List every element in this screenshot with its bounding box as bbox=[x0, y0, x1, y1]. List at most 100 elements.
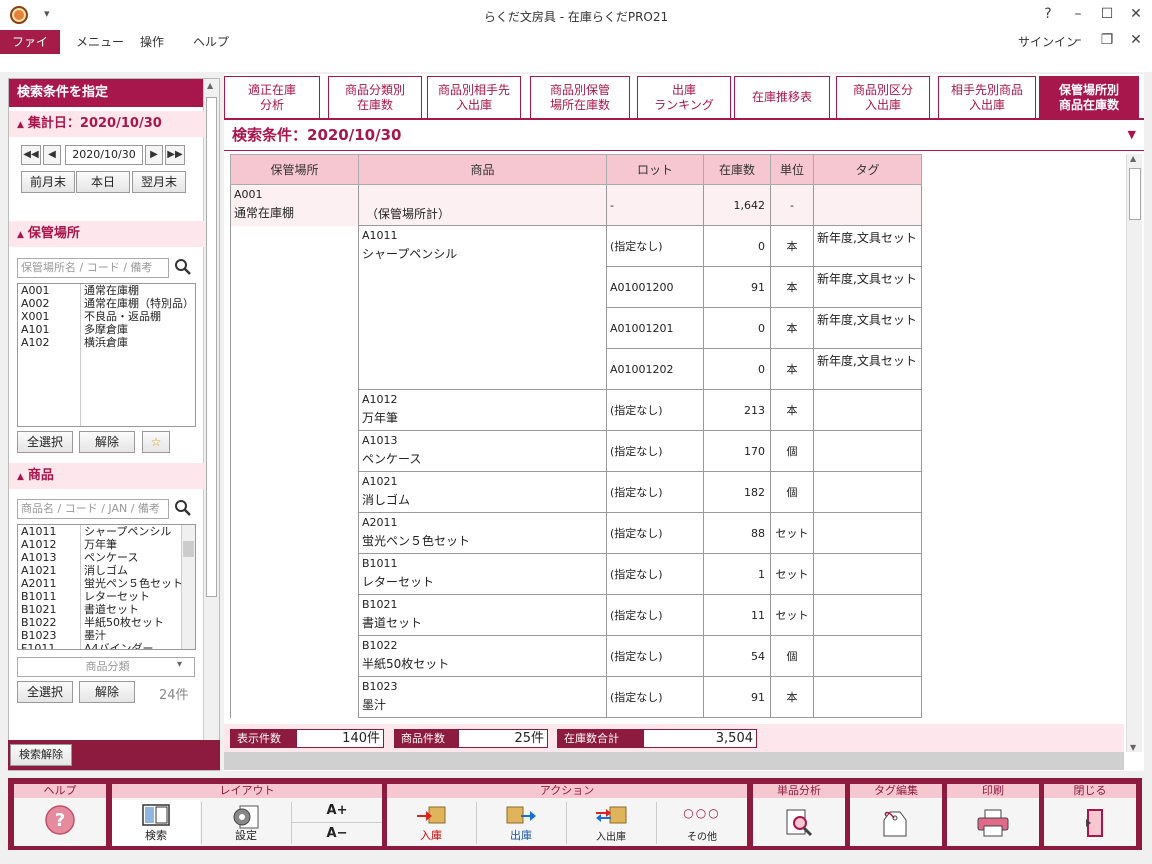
prev-month-end-button[interactable]: 前月末 bbox=[21, 171, 75, 193]
product-search-input[interactable]: 商品名 / コード / JAN / 備考 bbox=[17, 499, 169, 519]
column-header[interactable]: ロット bbox=[606, 154, 704, 185]
menu-menu[interactable]: メニュー bbox=[66, 30, 134, 54]
product-code: A1012 bbox=[21, 538, 57, 551]
column-header[interactable]: タグ bbox=[813, 154, 922, 185]
tag-edit-label: タグ編集 bbox=[850, 784, 942, 798]
list-item[interactable]: A101 多摩倉庫 bbox=[18, 323, 195, 336]
caret-down-icon[interactable]: ▼ bbox=[1128, 128, 1136, 141]
list-item[interactable]: A2011 蛍光ペン５色セット bbox=[18, 577, 195, 590]
tab-8[interactable]: 相手先別商品 入出庫 bbox=[938, 76, 1036, 118]
list-item[interactable]: B1021 書道セット bbox=[18, 603, 195, 616]
ribbon-restore-icon[interactable]: ❐ bbox=[1095, 32, 1119, 48]
list-item[interactable]: B1011 レターセット bbox=[18, 590, 195, 603]
product-deselect-button[interactable]: 解除 bbox=[79, 681, 135, 703]
list-item[interactable]: B1023 墨汁 bbox=[18, 629, 195, 642]
list-item[interactable]: A1011 シャープペンシル bbox=[18, 525, 195, 538]
product-section[interactable]: ▲ 商品 bbox=[9, 463, 205, 489]
next-year-button[interactable]: ▶▶ bbox=[165, 145, 185, 165]
storage-deselect-button[interactable]: 解除 bbox=[79, 431, 135, 453]
tag-edit-button[interactable] bbox=[850, 800, 942, 846]
lot-cell: (指定なし) bbox=[606, 676, 704, 718]
next-month-end-button[interactable]: 翌月末 bbox=[132, 171, 186, 193]
tab-4[interactable]: 商品別保管 場所在庫数 bbox=[530, 76, 630, 118]
table-row[interactable]: A001 通常在庫棚 （保管場所計） -1,642- bbox=[230, 184, 922, 718]
single-analysis-button[interactable] bbox=[753, 800, 845, 846]
search-icon[interactable] bbox=[174, 258, 192, 276]
product-select-all-button[interactable]: 全選択 bbox=[17, 681, 73, 703]
storage-section[interactable]: ▲ 保管場所 bbox=[9, 221, 205, 247]
date-input[interactable]: 2020/10/30 bbox=[65, 145, 143, 165]
close-button[interactable] bbox=[1044, 800, 1136, 846]
list-item[interactable]: F1011 A4バインダー bbox=[18, 642, 195, 649]
storage-search-input[interactable]: 保管場所名 / コード / 備考 bbox=[17, 258, 169, 278]
display-count-label: 表示件数 bbox=[230, 729, 296, 748]
column-header[interactable]: 保管場所 bbox=[230, 154, 359, 185]
maximize-icon[interactable]: ☐ bbox=[1095, 6, 1119, 22]
close-icon[interactable]: ✕ bbox=[1124, 6, 1148, 22]
ribbon-close-icon[interactable]: ✕ bbox=[1124, 32, 1148, 48]
list-item[interactable]: A001 通常在庫棚 bbox=[18, 284, 195, 297]
product-code: A1021 bbox=[21, 564, 57, 577]
storage-select-all-button[interactable]: 全選択 bbox=[17, 431, 73, 453]
list-item[interactable]: A1013 ペンケース bbox=[18, 551, 195, 564]
grid-vscrollbar[interactable]: ▲ ▼ bbox=[1126, 154, 1142, 752]
unit-cell: - bbox=[770, 184, 814, 226]
prev-year-button[interactable]: ◀◀ bbox=[21, 145, 41, 165]
menu-operation[interactable]: 操作 bbox=[130, 30, 174, 54]
bottom-toolbar: ヘルプ ? レイアウト 検索 設定 A+ A− アクション 入庫 出庫 入出庫 … bbox=[8, 778, 1142, 850]
qty-cell: 1,642 bbox=[703, 184, 771, 226]
menu-help[interactable]: ヘルプ bbox=[183, 30, 239, 54]
stock-out-button[interactable]: 出庫 bbox=[477, 800, 565, 846]
scrollbar-thumb[interactable] bbox=[1129, 168, 1141, 220]
other-actions-button[interactable]: ○○○ その他 bbox=[657, 800, 747, 846]
stock-in-button[interactable]: 入庫 bbox=[387, 800, 475, 846]
layout-search-button[interactable]: 検索 bbox=[112, 800, 200, 846]
list-item[interactable]: X001 不良品・返品棚 bbox=[18, 310, 195, 323]
tab-7[interactable]: 商品別区分 入出庫 bbox=[836, 76, 930, 118]
stock-in-icon bbox=[417, 806, 446, 824]
favorite-star-icon[interactable]: ☆ bbox=[142, 431, 170, 453]
date-section[interactable]: ▲ 集計日：2020/10/30 bbox=[9, 111, 205, 137]
ribbon-minimize-icon[interactable]: – bbox=[1066, 32, 1090, 48]
stock-inout-button[interactable]: 入出庫 bbox=[567, 800, 655, 846]
prev-month-button[interactable]: ◀ bbox=[43, 145, 61, 165]
search-panel-scrollbar[interactable]: ▲ ▼ bbox=[203, 79, 219, 770]
next-month-button[interactable]: ▶ bbox=[145, 145, 163, 165]
column-header[interactable]: 商品 bbox=[358, 154, 607, 185]
list-item[interactable]: A1021 消しゴム bbox=[18, 564, 195, 577]
tab-label-line1: 商品別区分 bbox=[852, 82, 913, 97]
stock-total-value: 3,504 bbox=[643, 729, 757, 748]
tab-9[interactable]: 保管場所別 商品在庫数 bbox=[1039, 76, 1139, 118]
search-clear-button[interactable]: 検索解除 bbox=[10, 744, 72, 766]
minimize-icon[interactable]: – bbox=[1066, 6, 1090, 22]
print-button[interactable] bbox=[947, 800, 1039, 846]
list-item[interactable]: A1012 万年筆 bbox=[18, 538, 195, 551]
tab-5[interactable]: 出庫 ランキング bbox=[637, 76, 731, 118]
list-item[interactable]: A102 横浜倉庫 bbox=[18, 336, 195, 349]
scrollbar-thumb[interactable] bbox=[206, 97, 217, 597]
tab-2[interactable]: 商品分類別 在庫数 bbox=[328, 76, 422, 118]
today-button[interactable]: 本日 bbox=[76, 171, 130, 193]
font-increase-button[interactable]: A+ bbox=[292, 800, 382, 823]
grid-hscrollbar[interactable] bbox=[224, 752, 1124, 770]
layout-settings-button[interactable]: 設定 bbox=[202, 800, 290, 846]
storage-list[interactable]: A001 通常在庫棚 A002 通常在庫棚（特別品） X001 不良品・返品棚 A101 多摩… bbox=[17, 283, 196, 427]
column-header[interactable]: 単位 bbox=[770, 154, 814, 185]
menu-file[interactable]: ファイル bbox=[0, 30, 60, 73]
list-item[interactable]: A002 通常在庫棚（特別品） bbox=[18, 297, 195, 310]
list-item[interactable]: B1022 半紙50枚セット bbox=[18, 616, 195, 629]
search-icon[interactable] bbox=[174, 499, 192, 517]
product-name: 蛍光ペン５色セット bbox=[84, 577, 183, 590]
tab-label-line2: ランキング bbox=[654, 97, 714, 112]
product-list-scrollbar[interactable] bbox=[181, 525, 195, 649]
tab-6[interactable]: 在庫推移表 bbox=[734, 76, 830, 118]
category-select[interactable]: 商品分類 bbox=[17, 657, 195, 677]
product-list[interactable]: A1011 シャープペンシル A1012 万年筆 A1013 ペンケース A1021 消しゴム… bbox=[17, 524, 196, 650]
help-icon[interactable]: ? bbox=[1036, 6, 1060, 22]
help-button[interactable]: ? bbox=[14, 800, 106, 846]
tab-3[interactable]: 商品別相手先 入出庫 bbox=[427, 76, 521, 118]
column-header[interactable]: 在庫数 bbox=[703, 154, 771, 185]
product-name: ペンケース bbox=[84, 551, 139, 564]
font-decrease-button[interactable]: A− bbox=[292, 823, 382, 846]
tab-1[interactable]: 適正在庫 分析 bbox=[224, 76, 320, 118]
